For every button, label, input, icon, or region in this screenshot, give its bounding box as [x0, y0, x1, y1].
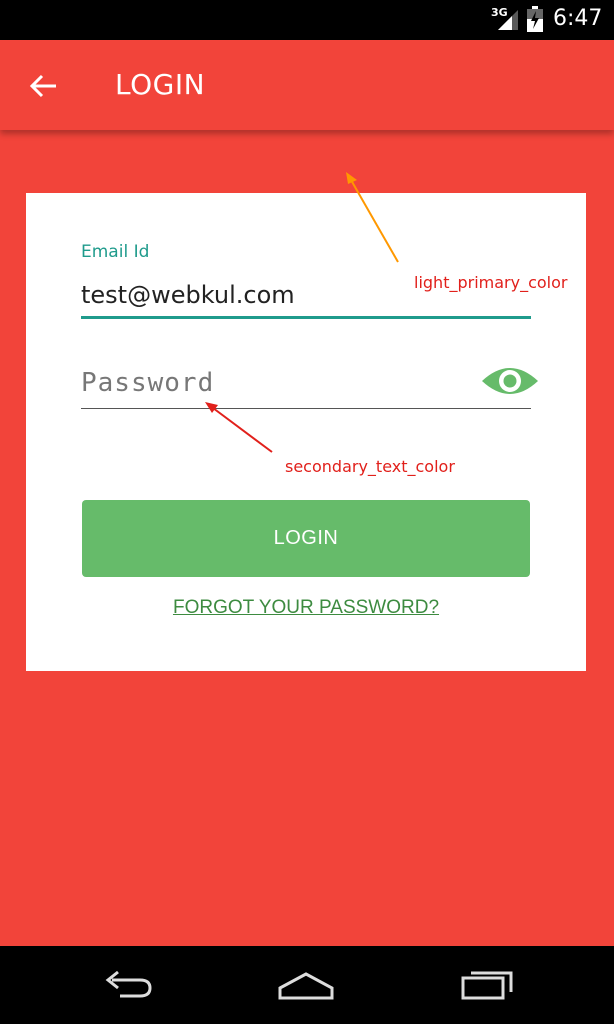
nav-home-icon[interactable] — [274, 966, 338, 1006]
forgot-password-link[interactable]: FORGOT YOUR PASSWORD? — [26, 597, 586, 619]
app-bar: LOGIN — [0, 40, 614, 130]
annotation-light-primary-color: light_primary_color — [414, 273, 568, 292]
login-card: Email Id LOGIN FORGOT YOUR PASSWORD? — [26, 193, 586, 671]
password-underline — [81, 408, 531, 409]
nav-recent-apps-icon[interactable] — [455, 966, 519, 1006]
eye-icon[interactable] — [480, 361, 540, 401]
clock: 6:47 — [553, 6, 603, 31]
page-title: LOGIN — [115, 68, 206, 101]
password-input[interactable] — [81, 363, 471, 403]
status-bar: 3G 6:47 — [0, 0, 614, 40]
email-underline — [81, 316, 531, 319]
battery-icon — [527, 6, 543, 32]
navigation-bar — [0, 946, 614, 1024]
login-button[interactable]: LOGIN — [82, 500, 530, 577]
arrow-back-icon[interactable] — [28, 70, 60, 102]
nav-back-icon[interactable] — [96, 966, 160, 1006]
email-label: Email Id — [81, 242, 150, 262]
annotation-secondary-text-color: secondary_text_color — [285, 457, 455, 476]
signal-icon — [498, 10, 518, 30]
